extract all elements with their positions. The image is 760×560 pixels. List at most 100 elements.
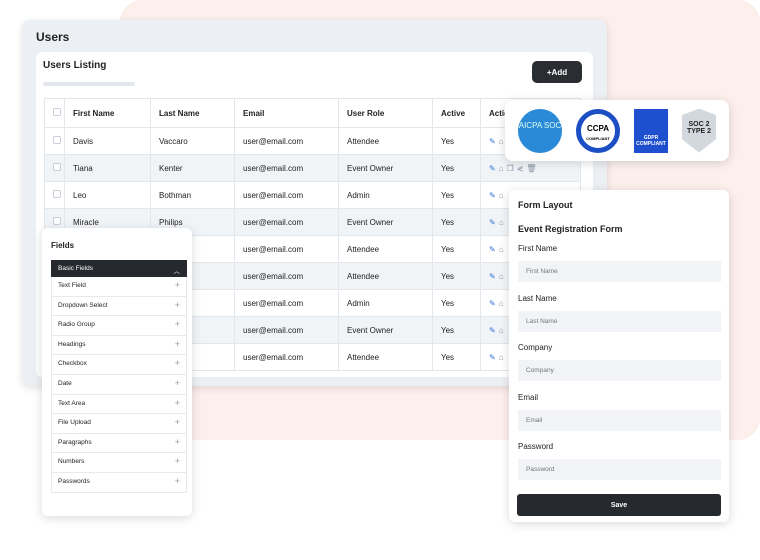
form-input[interactable]	[518, 459, 721, 480]
edit-icon[interactable]: ✎	[489, 218, 499, 227]
home-icon[interactable]: ⌂	[499, 191, 507, 200]
field-item[interactable]: Checkbox +	[51, 355, 187, 375]
edit-icon[interactable]: ✎	[489, 245, 499, 254]
email: user@email.com	[234, 208, 339, 236]
col-email[interactable]: Email	[234, 98, 339, 128]
field-item[interactable]: Numbers +	[51, 453, 187, 473]
field-item[interactable]: Text Field +	[51, 277, 187, 297]
last-name: Kenter	[150, 154, 235, 182]
field-label: Headings	[58, 340, 86, 348]
plus-icon[interactable]: +	[175, 477, 180, 487]
field-label: Password	[518, 442, 554, 451]
plus-icon[interactable]: +	[175, 379, 180, 389]
field-label: Last Name	[518, 293, 557, 303]
field-item[interactable]: File Upload +	[51, 414, 187, 434]
row-checkbox[interactable]	[53, 163, 61, 171]
active: Yes	[432, 262, 481, 290]
field-label: Checkbox	[58, 360, 87, 368]
field-label: Company	[518, 343, 553, 352]
home-icon[interactable]: ⌂	[499, 245, 507, 254]
last-name: Vaccaro	[150, 127, 235, 155]
col-last-name[interactable]: Last Name	[150, 98, 235, 128]
field-label: Radio Group	[58, 321, 95, 329]
first-name: Tiana	[64, 154, 151, 182]
field-item[interactable]: Passwords +	[51, 472, 187, 493]
plus-icon[interactable]: +	[175, 339, 180, 350]
compliance-badges: AICPA SOC CCPA COMPLIANT GDPR COMPLIANT S…	[505, 100, 729, 161]
field-label: Email	[518, 392, 539, 402]
plus-icon[interactable]: +	[175, 281, 180, 291]
table-row[interactable]: Tiana Kenter user@email.com Event Owner …	[44, 154, 581, 182]
active: Yes	[432, 289, 481, 317]
field-item[interactable]: Headings +	[51, 335, 187, 356]
field-label: Date	[58, 379, 72, 387]
edit-icon[interactable]: ✎	[489, 272, 499, 281]
form-field: Password	[518, 442, 721, 480]
edit-icon[interactable]: ✎	[489, 326, 499, 335]
edit-icon[interactable]: ✎	[489, 164, 499, 173]
plus-icon[interactable]: +	[175, 398, 180, 409]
plus-icon[interactable]: +	[175, 300, 180, 311]
form-input[interactable]	[518, 360, 721, 381]
home-icon[interactable]: ⌂	[499, 272, 507, 281]
edit-icon[interactable]: ✎	[489, 137, 499, 146]
save-button[interactable]: Save	[517, 494, 721, 516]
plus-icon[interactable]: +	[175, 437, 180, 448]
field-label: Numbers	[58, 458, 85, 466]
field-item[interactable]: Paragraphs +	[51, 433, 187, 454]
form-field: Company	[518, 343, 721, 381]
col-user-role[interactable]: User Role	[338, 98, 433, 128]
field-item[interactable]: Text Area +	[51, 394, 187, 415]
delete-icon[interactable]: 🗑	[526, 164, 539, 173]
form-field: Last Name	[518, 294, 721, 332]
form-layout-title: Form Layout	[518, 200, 573, 210]
email: user@email.com	[234, 316, 339, 344]
field-item[interactable]: Radio Group +	[51, 316, 187, 336]
edit-icon[interactable]: ✎	[489, 353, 499, 362]
home-icon[interactable]: ⌂	[499, 299, 507, 308]
edit-icon[interactable]: ✎	[489, 191, 499, 200]
home-icon[interactable]: ⌂	[499, 353, 507, 362]
col-active[interactable]: Active	[432, 98, 481, 128]
active: Yes	[432, 127, 481, 155]
select-all-checkbox[interactable]	[53, 108, 61, 116]
plus-icon[interactable]: +	[175, 359, 180, 369]
home-icon[interactable]: ⌂	[499, 218, 507, 227]
plus-icon[interactable]: +	[175, 457, 180, 467]
share-icon[interactable]: ⋞	[517, 164, 527, 173]
page-title: Users	[36, 30, 70, 44]
add-button[interactable]: +Add	[532, 61, 582, 83]
email: user@email.com	[234, 262, 339, 290]
form-input[interactable]	[518, 409, 721, 431]
user-role: Attendee	[338, 127, 433, 155]
email: user@email.com	[234, 154, 339, 182]
fields-title: Fields	[51, 241, 75, 250]
plus-icon[interactable]: +	[175, 418, 180, 428]
edit-icon[interactable]: ✎	[489, 299, 499, 308]
plus-icon[interactable]: +	[175, 320, 180, 330]
user-role: Attendee	[338, 235, 433, 263]
aicpa-soc-badge: AICPA SOC	[518, 108, 562, 153]
col-first-name[interactable]: First Name	[64, 98, 151, 128]
home-icon[interactable]: ⌂	[499, 164, 507, 173]
table-row[interactable]: Davis Vaccaro user@email.com Attendee Ye…	[44, 127, 581, 155]
home-icon[interactable]: ⌂	[499, 326, 507, 335]
row-checkbox[interactable]	[53, 190, 61, 198]
user-role: Attendee	[338, 262, 433, 290]
table-row[interactable]: Leo Bothman user@email.com Admin Yes ✎⌂	[44, 181, 581, 209]
row-checkbox[interactable]	[53, 217, 61, 225]
field-item[interactable]: Dropdown Select +	[51, 296, 187, 317]
active: Yes	[432, 181, 481, 209]
email: user@email.com	[234, 289, 339, 317]
first-name: Davis	[64, 127, 151, 155]
user-role: Admin	[338, 181, 433, 209]
form-input[interactable]	[518, 310, 721, 332]
basic-fields-accordion[interactable]: Basic Fields ︿	[51, 260, 187, 277]
field-item[interactable]: Date +	[51, 374, 187, 395]
active: Yes	[432, 316, 481, 344]
copy-icon[interactable]: ❐	[507, 164, 517, 173]
email: user@email.com	[234, 343, 339, 371]
row-checkbox[interactable]	[53, 136, 61, 144]
user-role: Event Owner	[338, 208, 433, 236]
form-input[interactable]	[518, 261, 721, 282]
